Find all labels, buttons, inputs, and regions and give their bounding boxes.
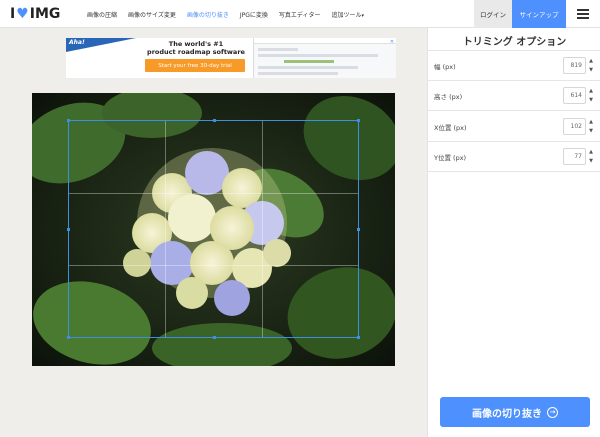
y-position-input[interactable]: 77 [563, 148, 586, 165]
stepper-up-icon[interactable]: ▲ [589, 57, 593, 65]
crop-handle-s[interactable] [213, 336, 216, 339]
crop-options-panel: トリミング オプション 幅 (px) 819 ▲ ▼ 高さ (px) 614 ▲ ▼… [427, 28, 600, 437]
panel-title: トリミング オプション [462, 37, 567, 48]
login-button[interactable]: ログイン [474, 0, 512, 28]
ad-brand: Aha! [69, 39, 85, 46]
nav-convert-jpg[interactable]: JPGに変換 [240, 10, 268, 19]
nav-resize[interactable]: 画像のサイズ変更 [128, 10, 176, 19]
height-label: 高さ (px) [434, 93, 463, 101]
logo[interactable]: I ♥ IMG [10, 5, 60, 23]
ad-text-area: Aha! The world's #1 product roadmap soft… [66, 38, 252, 78]
crop-image-button[interactable]: 画像の切り抜き → [440, 397, 590, 427]
crop-image-canvas[interactable] [32, 93, 395, 366]
width-stepper[interactable]: ▲ ▼ [588, 57, 594, 74]
width-label: 幅 (px) [434, 63, 456, 71]
ad-banner[interactable]: Aha! The world's #1 product roadmap soft… [66, 38, 396, 78]
ad-close-icon[interactable]: ✕ [389, 39, 395, 45]
crop-button-label: 画像の切り抜き [472, 408, 542, 420]
stepper-down-icon[interactable]: ▼ [589, 127, 593, 135]
nav-more-tools-label: 追加ツール [331, 11, 362, 19]
main-nav: 画像の圧縮 画像のサイズ変更 画像の切り抜き JPGに変換 写真エディター 追加… [87, 0, 375, 28]
stepper-up-icon[interactable]: ▲ [589, 87, 593, 95]
crop-handle-nw[interactable] [67, 119, 70, 122]
y-position-stepper[interactable]: ▲ ▼ [588, 148, 594, 165]
divider [428, 110, 600, 111]
stepper-down-icon[interactable]: ▼ [589, 157, 593, 165]
nav-more-tools[interactable]: 追加ツール▾ [332, 10, 365, 19]
top-header: I ♥ IMG 画像の圧縮 画像のサイズ変更 画像の切り抜き JPGに変換 写真… [0, 0, 600, 28]
arrow-right-circle-icon: → [547, 406, 558, 418]
crop-handle-n[interactable] [213, 119, 216, 122]
width-input[interactable]: 819 [563, 57, 586, 74]
nav-crop[interactable]: 画像の切り抜き [187, 10, 229, 19]
ad-cta-button[interactable]: Start your free 30-day trial [145, 59, 245, 72]
y-position-label: Y位置 (px) [434, 154, 467, 162]
nav-photo-editor[interactable]: 写真エディター [279, 10, 321, 19]
logo-text-i: I [10, 6, 16, 22]
stepper-up-icon[interactable]: ▲ [589, 118, 593, 126]
heart-icon: ♥ [16, 6, 29, 22]
divider [428, 50, 600, 51]
ad-screenshot: ✕ [253, 38, 396, 78]
nav-compress[interactable]: 画像の圧縮 [87, 10, 117, 19]
crop-handle-w[interactable] [67, 228, 70, 231]
logo-text-img: IMG [29, 6, 61, 22]
chevron-down-icon: ▾ [361, 12, 365, 19]
ad-headline-1: The world's #1 [168, 40, 224, 48]
signup-button[interactable]: サインアップ [512, 0, 566, 28]
ad-headline-2: product roadmap software [147, 48, 245, 56]
stepper-down-icon[interactable]: ▼ [589, 66, 593, 74]
crop-handle-sw[interactable] [67, 336, 70, 339]
x-position-stepper[interactable]: ▲ ▼ [588, 118, 594, 135]
hamburger-icon[interactable] [577, 9, 589, 19]
x-position-input[interactable]: 102 [563, 118, 586, 135]
stepper-up-icon[interactable]: ▲ [589, 148, 593, 156]
divider [428, 141, 600, 142]
crop-handle-ne[interactable] [357, 119, 360, 122]
x-position-label: X位置 (px) [434, 124, 467, 132]
crop-handle-se[interactable] [357, 336, 360, 339]
height-stepper[interactable]: ▲ ▼ [588, 87, 594, 104]
crop-handle-e[interactable] [357, 228, 360, 231]
stepper-down-icon[interactable]: ▼ [589, 96, 593, 104]
height-input[interactable]: 614 [563, 87, 586, 104]
divider [428, 80, 600, 81]
divider [428, 171, 600, 172]
crop-selection[interactable] [67, 119, 360, 339]
